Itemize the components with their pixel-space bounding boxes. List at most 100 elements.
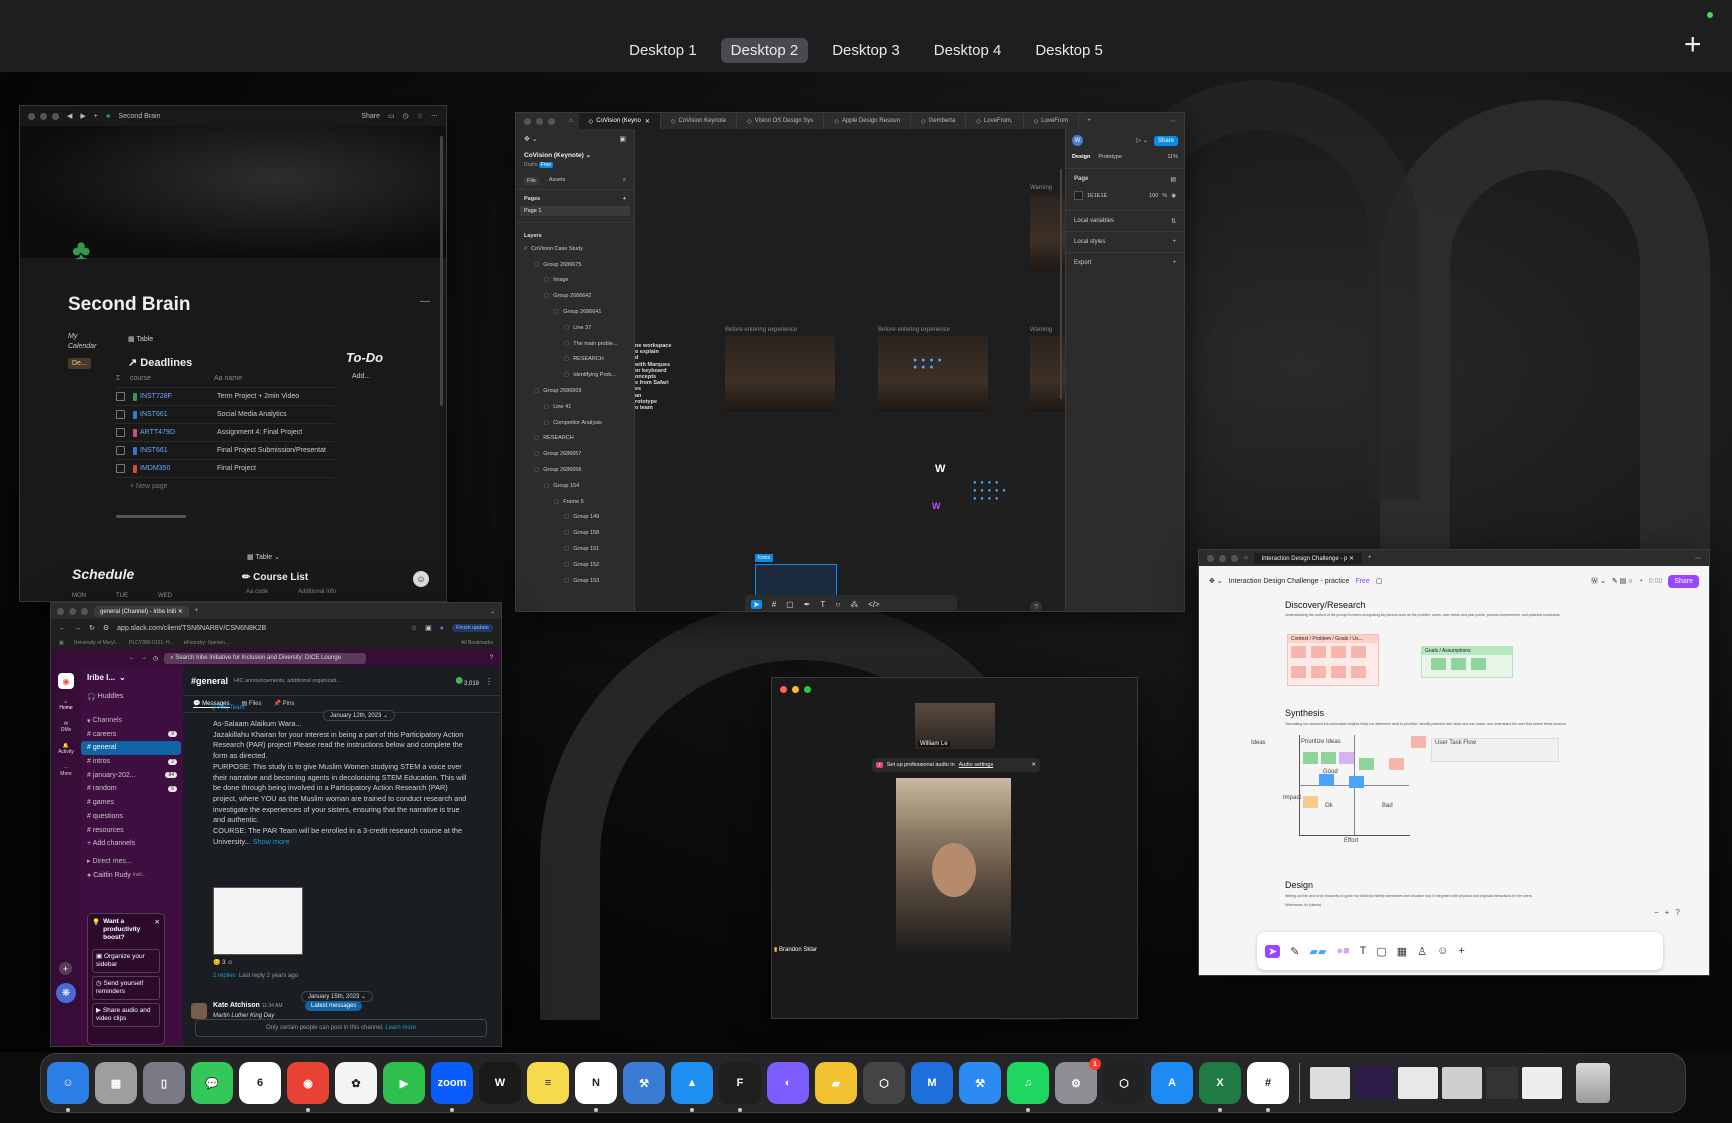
dock-notion-icon[interactable]: N: [575, 1062, 617, 1112]
figjam-menu-icon[interactable]: ✥ ⌄: [1209, 577, 1223, 585]
minimized-window[interactable]: [1310, 1067, 1350, 1099]
design-tab[interactable]: Design: [1072, 154, 1090, 160]
move-tool-icon[interactable]: ➤: [751, 599, 762, 609]
collapse-icon[interactable]: —: [420, 296, 430, 307]
layer-item[interactable]: ▢ Line 37: [520, 320, 630, 336]
home-icon[interactable]: ⌂: [563, 118, 579, 124]
dock-stickies-icon[interactable]: ▰: [815, 1062, 857, 1104]
new-tab-icon[interactable]: +: [1079, 118, 1099, 124]
slack-window[interactable]: general (Channel) - Iribe Initi ✕ + ⌄ ← …: [50, 602, 502, 1047]
sticky-note[interactable]: [1349, 776, 1364, 788]
frame-thumbnail[interactable]: [878, 336, 988, 412]
dev-mode-icon[interactable]: </>: [868, 600, 880, 609]
layer-item[interactable]: ▢ Group 153: [520, 573, 630, 589]
add-page-icon[interactable]: +: [623, 196, 626, 202]
variables-icon[interactable]: ⇅: [1171, 218, 1176, 225]
add-style-icon[interactable]: +: [1172, 239, 1176, 245]
present-icon[interactable]: ▷ ⌄: [1137, 137, 1148, 144]
layer-item[interactable]: ▢ The main proble...: [520, 336, 630, 352]
context-card[interactable]: Context / Problem / Goals / Us...: [1287, 634, 1379, 686]
file-tab[interactable]: File: [524, 177, 539, 185]
forward-arrow-icon[interactable]: →: [141, 655, 147, 661]
sticky-note[interactable]: [1451, 658, 1466, 670]
dock-slack-icon[interactable]: #: [1247, 1062, 1289, 1112]
layer-item[interactable]: ▢ Competitor Analysis: [520, 415, 630, 431]
checkbox[interactable]: [116, 392, 125, 401]
desktop-2[interactable]: Desktop 2: [720, 38, 809, 63]
dock-xcode-icon[interactable]: ⚒: [959, 1062, 1001, 1104]
add-workspace-icon[interactable]: +: [59, 962, 72, 975]
files-tab[interactable]: ▤ Files: [242, 700, 262, 708]
layer-item[interactable]: ▢ RESEARCH: [520, 352, 630, 368]
zoom-controls[interactable]: − + ?: [1654, 908, 1680, 917]
channel-item[interactable]: # games: [81, 796, 181, 810]
author-avatar[interactable]: [191, 1003, 207, 1019]
sticky-note[interactable]: [1303, 752, 1318, 764]
user-avatar[interactable]: ❋: [56, 983, 76, 1003]
dock-spotify-icon[interactable]: ♫: [1007, 1062, 1049, 1112]
canvas-scrollbar[interactable]: [1060, 169, 1062, 399]
zoom-level[interactable]: 11%: [1167, 154, 1178, 160]
layer-item[interactable]: ▢ Group 2686669: [520, 383, 630, 399]
frame-tool-icon[interactable]: #: [772, 600, 776, 609]
traffic-lights[interactable]: [28, 112, 59, 120]
calendar-chip[interactable]: De...: [68, 358, 91, 369]
share-button[interactable]: Share: [1153, 135, 1178, 146]
text-tool-icon[interactable]: T: [820, 600, 825, 609]
dock-facetime-icon[interactable]: ▶: [383, 1062, 425, 1104]
bookmark-2[interactable]: PLCY380-0101: H...: [129, 640, 174, 646]
sticky-note[interactable]: [1351, 666, 1366, 678]
todo-add-button[interactable]: Add...: [352, 373, 370, 380]
table-tab-2[interactable]: ▦ Table ⌄: [247, 553, 280, 561]
avatar[interactable]: Ⓦ ⌄: [1591, 576, 1606, 586]
zoom-out-icon[interactable]: −: [1654, 908, 1659, 917]
tab-dropdown-icon[interactable]: ⌄: [490, 608, 495, 615]
layer-item[interactable]: ▢ Group 2686656: [520, 462, 630, 478]
dock-photos-icon[interactable]: ✿: [335, 1062, 377, 1104]
channel-item[interactable]: # careers 9: [81, 727, 181, 741]
figma-tab[interactable]: ◇ Apple Design Resoun: [824, 113, 911, 129]
table-row[interactable]: INST728F Term Project + 2min Video: [116, 387, 334, 405]
rail-dms[interactable]: ✉ DMs: [51, 721, 81, 733]
dock-iphone-mirroring-icon[interactable]: ▯: [143, 1062, 185, 1104]
more-icon[interactable]: ⋯: [431, 112, 438, 120]
file-name[interactable]: CoVision (Keynote) ⌄: [516, 149, 634, 161]
ai-assistant-icon[interactable]: ☺: [413, 571, 429, 587]
view-table-tab[interactable]: ▦ Table: [128, 335, 153, 343]
page-fill-row[interactable]: 1E1E1E 100% ◉: [1066, 189, 1184, 202]
scroll-handle[interactable]: [116, 515, 186, 518]
local-styles-row[interactable]: Local styles +: [1066, 231, 1184, 252]
channel-name[interactable]: #general: [191, 676, 228, 686]
traffic-lights[interactable]: [516, 117, 563, 125]
timer[interactable]: 0:00: [1649, 578, 1663, 585]
reload-icon[interactable]: ↻: [89, 624, 95, 632]
panel-toggle-icon[interactable]: ▣: [619, 135, 626, 143]
table-tool-icon[interactable]: ▦: [1397, 945, 1407, 958]
sticky-note[interactable]: [1359, 758, 1374, 770]
pen-tool-icon[interactable]: ✒: [804, 600, 811, 609]
minimized-window[interactable]: [1398, 1067, 1438, 1099]
traffic-lights[interactable]: [780, 686, 811, 693]
channel-item[interactable]: # random 6: [81, 782, 181, 796]
dock-launchpad-icon[interactable]: ▦: [95, 1062, 137, 1104]
zoom-window[interactable]: William Le ♪ Set up professional audio i…: [771, 677, 1138, 1019]
layer-item[interactable]: ▢ Frame 5: [520, 494, 630, 510]
clock-icon[interactable]: ◷: [403, 112, 409, 120]
new-tab-icon[interactable]: +: [195, 608, 199, 614]
audio-settings-link[interactable]: Audio settings: [959, 762, 994, 768]
figma-tab[interactable]: ◇ CoVision (Keyno ✕: [578, 113, 661, 129]
layer-item[interactable]: ▢ RESEARCH: [520, 431, 630, 447]
figjam-window[interactable]: ⌂ Interaction Design Challenge - p ✕ + ⋯…: [1198, 549, 1710, 976]
channel-more-icon[interactable]: ⋮: [485, 677, 493, 686]
dock-xcode-instruments-icon[interactable]: ⚒: [623, 1062, 665, 1104]
minimized-window[interactable]: [1486, 1067, 1518, 1099]
file-title[interactable]: Interaction Design Challenge - practice: [1229, 578, 1350, 585]
traffic-lights[interactable]: [57, 607, 88, 615]
panel-icon[interactable]: ▢: [1376, 577, 1383, 585]
sticky-note[interactable]: [1471, 658, 1486, 670]
sticky-note[interactable]: [1389, 758, 1404, 770]
layer-item[interactable]: ▢ Group 158: [520, 525, 630, 541]
close-tab-icon[interactable]: ✕: [645, 118, 650, 125]
close-icon[interactable]: ✕: [1031, 762, 1036, 768]
table-row[interactable]: INST661 Social Media Analytics: [116, 405, 334, 423]
